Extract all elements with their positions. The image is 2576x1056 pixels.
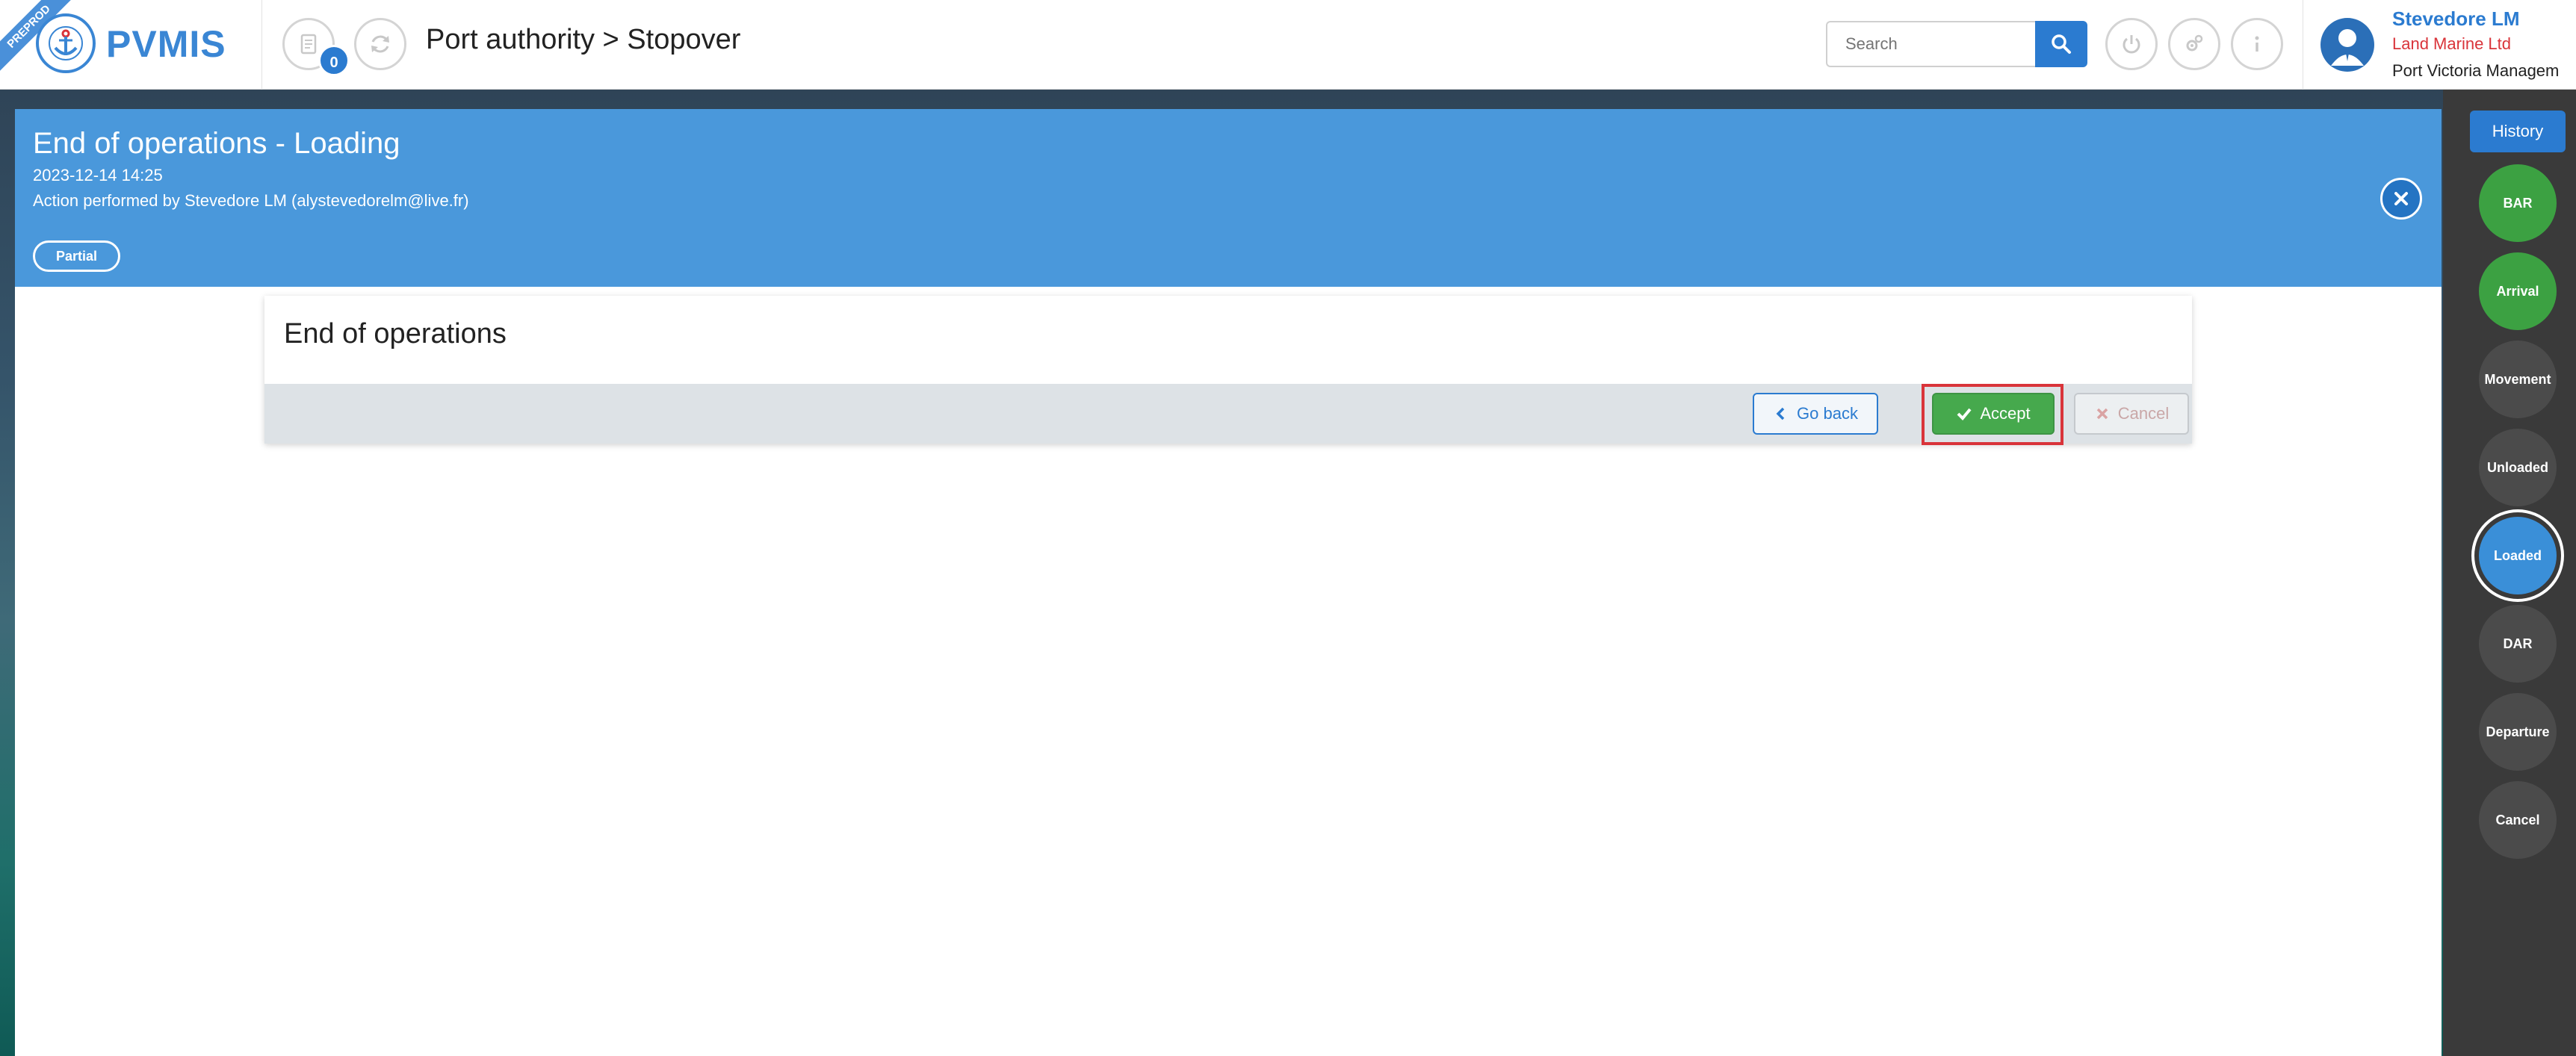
check-icon	[1957, 408, 1972, 420]
search-button[interactable]	[2035, 21, 2087, 67]
search-icon	[2052, 34, 2071, 54]
panel-title: End of operations - Loading	[33, 127, 400, 160]
settings-button[interactable]	[2168, 18, 2220, 70]
timeline-step-dar[interactable]: DAR	[2479, 605, 2557, 683]
power-icon	[2123, 35, 2140, 54]
logo-anchor-icon[interactable]	[36, 13, 96, 73]
refresh-button[interactable]	[354, 18, 406, 70]
panel-header: End of operations - Loading 2023-12-14 1…	[15, 109, 2442, 287]
document-icon	[300, 34, 317, 55]
timeline-step-loaded[interactable]: Loaded	[2479, 517, 2557, 594]
panel-action-info: Action performed by Stevedore LM (alyste…	[33, 191, 469, 210]
card-title: End of operations	[284, 318, 507, 350]
cancel-label: Cancel	[2117, 404, 2170, 423]
close-icon	[2096, 408, 2108, 420]
header-divider	[261, 0, 262, 90]
timeline-step-departure[interactable]: Departure	[2479, 693, 2557, 771]
timeline-step-arrival[interactable]: Arrival	[2479, 252, 2557, 330]
history-button[interactable]: History	[2470, 111, 2566, 152]
close-button[interactable]	[2380, 178, 2422, 220]
user-organization: Port Victoria Managem	[2392, 61, 2560, 80]
panel-date: 2023-12-14 14:25	[33, 166, 163, 184]
timeline-step-bar[interactable]: BAR	[2479, 164, 2557, 242]
user-avatar[interactable]	[2320, 18, 2374, 72]
search-input[interactable]	[1826, 21, 2037, 67]
accept-label: Accept	[1980, 404, 2031, 423]
user-name[interactable]: Stevedore LM	[2392, 7, 2520, 31]
logo-text[interactable]: PVMIS	[106, 22, 226, 66]
top-header: PREPROD PVMIS 0 Port authority > Stopove…	[0, 0, 2576, 90]
info-icon	[2255, 36, 2259, 52]
accept-button[interactable]: Accept	[1932, 393, 2055, 435]
card-footer: Go back Accept Cancel	[264, 384, 2192, 445]
status-pill: Partial	[33, 240, 121, 272]
go-back-label: Go back	[1797, 404, 1858, 423]
timeline-step-cancel[interactable]: Cancel	[2479, 781, 2557, 859]
close-icon	[2394, 192, 2408, 205]
gears-icon	[2186, 34, 2203, 52]
user-company: Land Marine Ltd	[2392, 34, 2511, 53]
cancel-button[interactable]: Cancel	[2074, 393, 2189, 435]
user-icon	[2331, 29, 2364, 66]
breadcrumb: Port authority > Stopover	[426, 24, 741, 55]
main-panel: End of operations - Loading 2023-12-14 1…	[15, 109, 2442, 1056]
refresh-icon	[371, 35, 389, 53]
confirm-card: End of operations Go back Accept Cancel	[264, 296, 2192, 445]
chevron-left-icon	[1776, 407, 1785, 420]
notification-badge: 0	[318, 45, 350, 76]
timeline-step-movement[interactable]: Movement	[2479, 341, 2557, 418]
go-back-button[interactable]: Go back	[1753, 393, 1878, 435]
logout-button[interactable]	[2105, 18, 2158, 70]
timeline-step-unloaded[interactable]: Unloaded	[2479, 429, 2557, 506]
info-button[interactable]	[2231, 18, 2283, 70]
